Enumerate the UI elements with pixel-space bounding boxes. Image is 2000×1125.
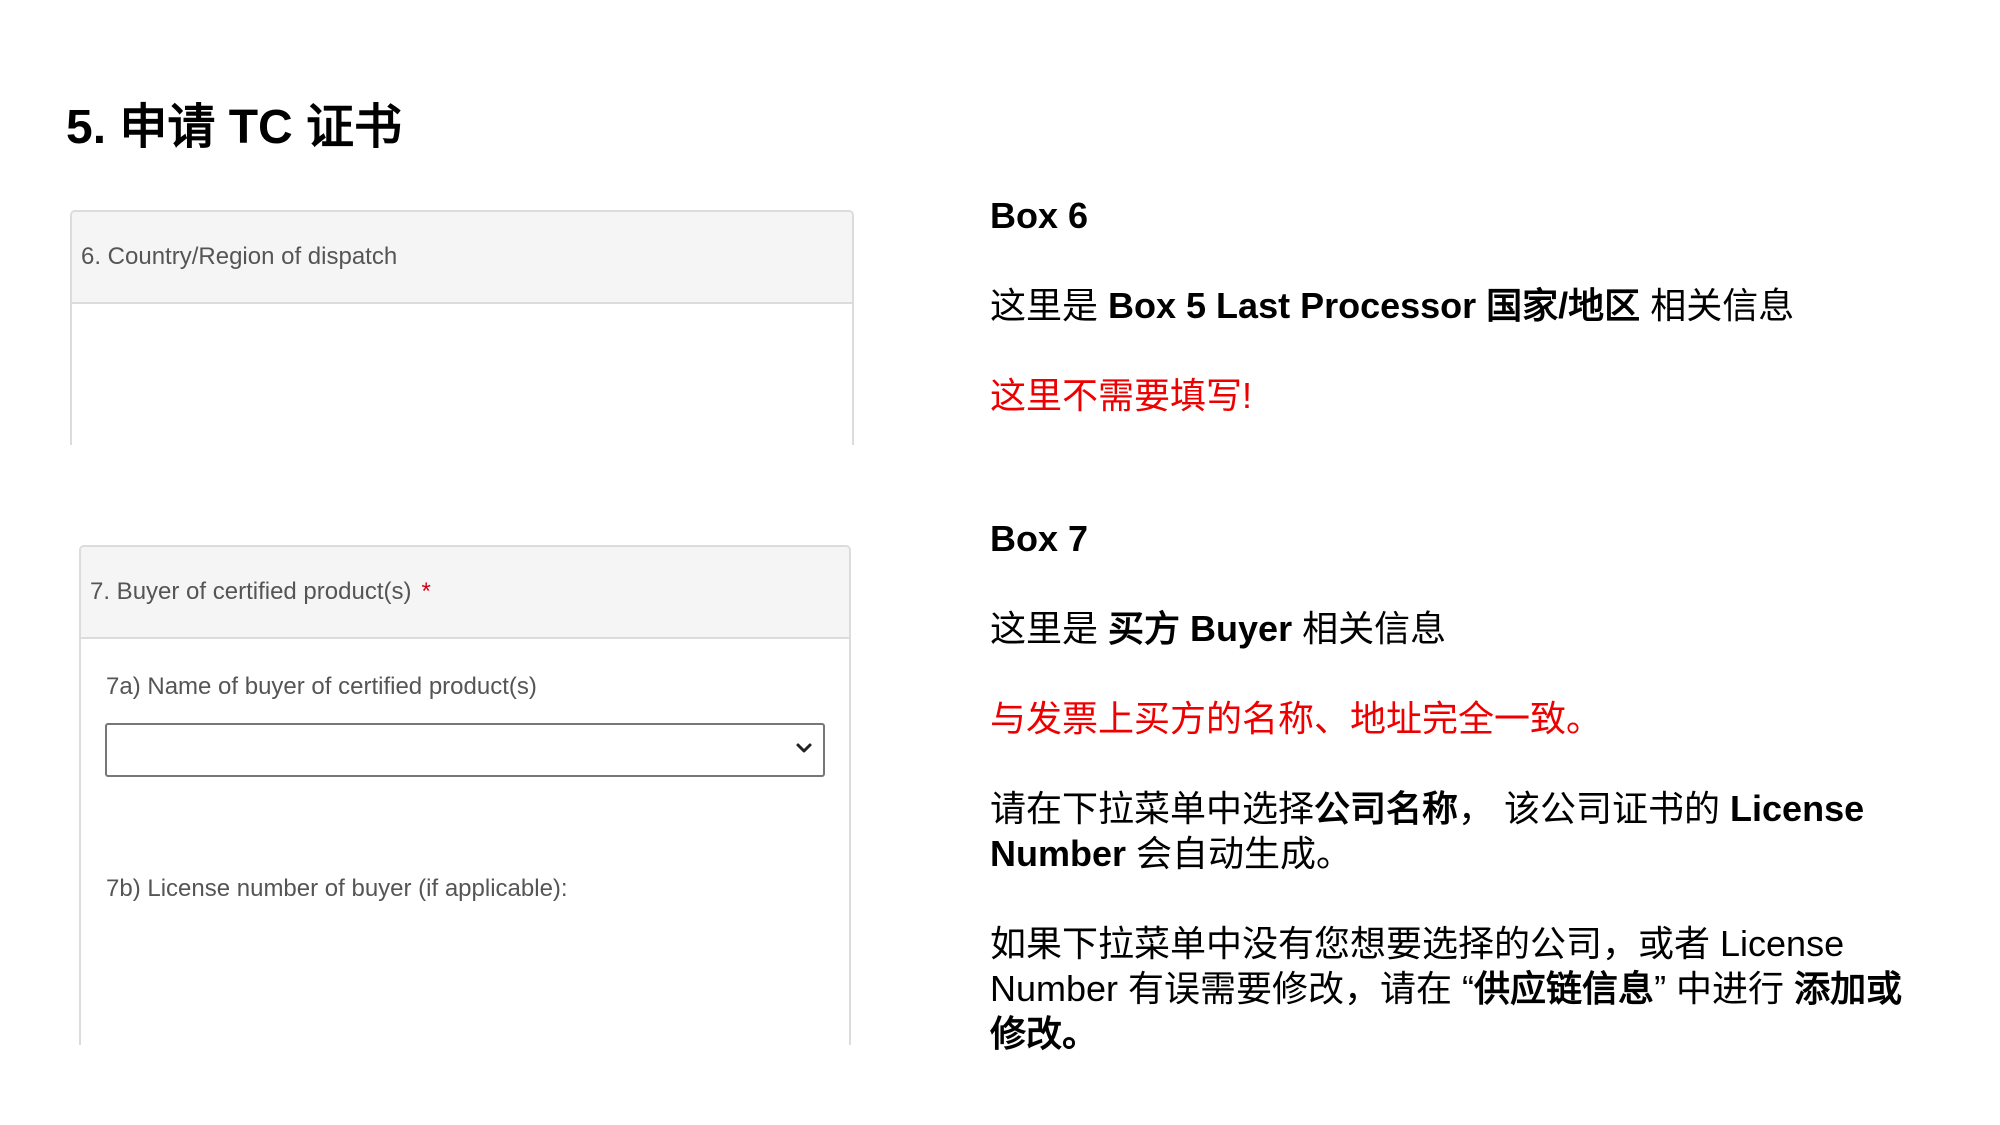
buyer-name-select[interactable] (105, 723, 825, 777)
box7-heading: Box 7 (990, 518, 1089, 559)
box7-header-label: 7. Buyer of certified product(s) (90, 578, 412, 605)
box7-panel-header: 7. Buyer of certified product(s) * (81, 547, 849, 639)
box6-panel-header: 6. Country/Region of dispatch (72, 212, 852, 304)
box7-form-panel: 7. Buyer of certified product(s) * 7a) N… (79, 545, 851, 1045)
box6-header-label: 6. Country/Region of dispatch (81, 243, 398, 270)
box7-warning: 与发票上买方的名称、地址完全一致。 (990, 698, 1603, 739)
page-title: 5. 申请 TC 证书 (66, 101, 403, 154)
box7-description: 这里是 买方 Buyer 相关信息 (990, 608, 1447, 649)
box7-dropdown-instruction: 请在下拉菜单中选择公司名称， 该公司证书的 License Number 会自动… (990, 788, 1865, 874)
box6-heading: Box 6 (990, 195, 1089, 236)
buyer-license-label: 7b) License number of buyer (if applicab… (106, 875, 568, 902)
box7-supply-chain-instruction: 如果下拉菜单中没有您想要选择的公司，或者 License Number 有误需要… (990, 923, 1903, 1054)
chevron-down-icon (796, 743, 812, 753)
buyer-name-label: 7a) Name of buyer of certified product(s… (106, 673, 537, 700)
box6-form-panel: 6. Country/Region of dispatch (70, 210, 854, 445)
box6-warning: 这里不需要填写! (990, 375, 1253, 416)
box6-description: 这里是 Box 5 Last Processor 国家/地区 相关信息 (990, 285, 1795, 326)
required-marker: * (421, 578, 431, 605)
